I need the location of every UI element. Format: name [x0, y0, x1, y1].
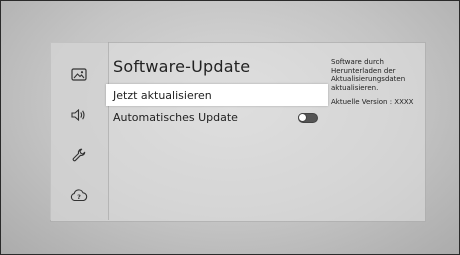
info-version: Aktuelle Version : XXXX — [331, 98, 414, 106]
menu-item-label: Jetzt aktualisieren — [113, 88, 212, 102]
support-wrench-icon[interactable] — [69, 145, 89, 165]
toggle-knob — [298, 113, 307, 122]
auto-update-toggle[interactable] — [298, 113, 318, 123]
menu-item-update-now[interactable]: Jetzt aktualisieren — [106, 84, 328, 106]
menu-item-auto-update[interactable]: Automatisches Update — [106, 106, 328, 128]
info-description: Software durch Herunterladen der Aktuali… — [331, 58, 406, 92]
svg-text:?: ? — [77, 193, 81, 201]
sound-icon[interactable] — [69, 105, 89, 125]
cloud-help-icon[interactable]: ? — [69, 185, 89, 205]
menu-item-label: Automatisches Update — [113, 110, 238, 124]
picture-icon[interactable] — [69, 64, 89, 84]
page-title: Software-Update — [113, 57, 251, 76]
